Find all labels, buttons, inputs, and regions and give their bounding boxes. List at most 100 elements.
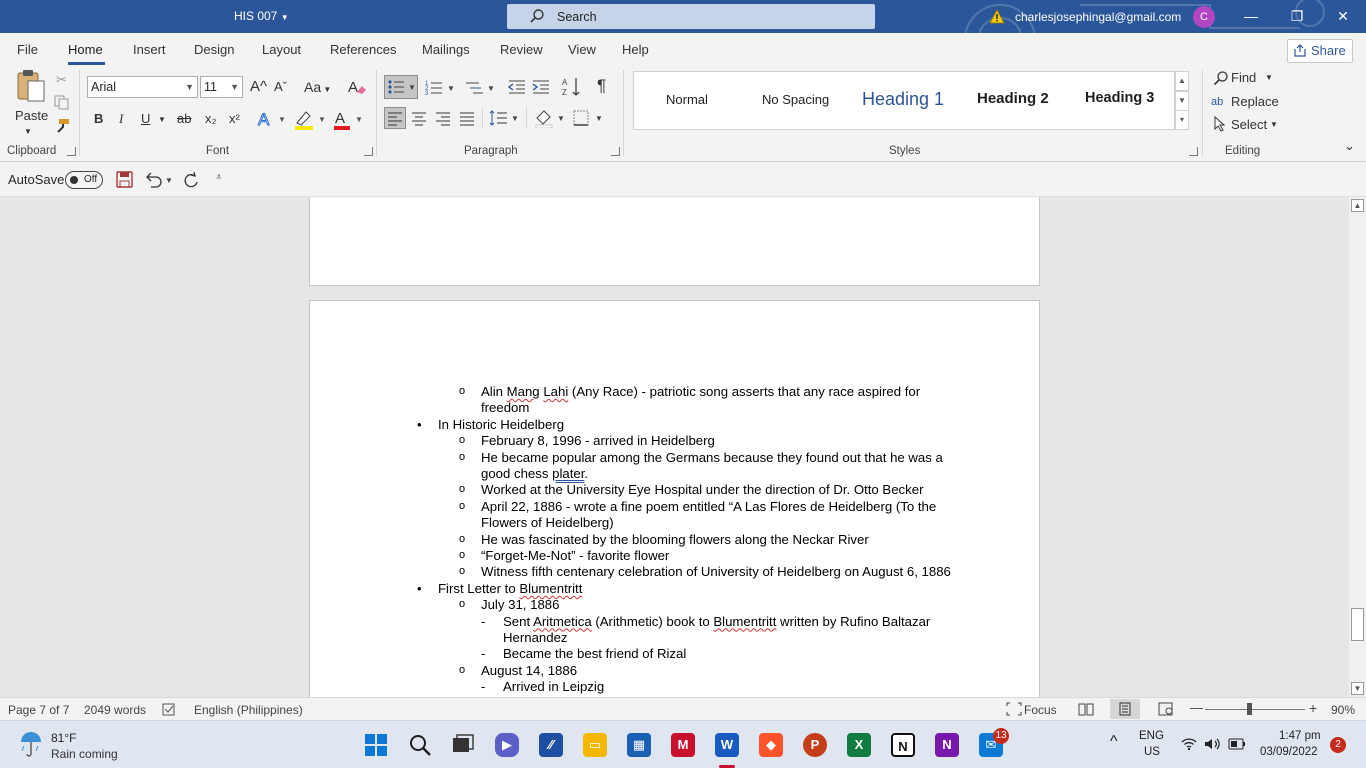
tab-layout[interactable]: Layout <box>262 42 301 57</box>
copy-icon[interactable] <box>54 95 69 110</box>
change-case-button[interactable]: Aa ▼ <box>304 78 331 99</box>
grow-font-button[interactable]: A^ <box>250 78 267 96</box>
align-center-icon[interactable] <box>409 108 429 128</box>
tab-insert[interactable]: Insert <box>133 42 166 57</box>
align-right-icon[interactable] <box>433 108 453 128</box>
chevron-down-icon[interactable]: ▼ <box>158 111 166 129</box>
paragraph-launcher-icon[interactable] <box>611 147 620 156</box>
document-line[interactable]: “Forget-Me-Not” - favorite flower <box>481 548 669 565</box>
brave-browser-icon[interactable]: ◆ <box>759 733 783 757</box>
document-line[interactable]: First Letter to Blumentritt <box>438 581 582 598</box>
input-language[interactable]: ENG <box>1139 730 1164 742</box>
decrease-indent-icon[interactable] <box>507 77 527 97</box>
read-mode-icon[interactable] <box>1078 702 1094 716</box>
zoom-out-button[interactable]: — <box>1190 700 1203 715</box>
battery-icon[interactable] <box>1228 738 1246 750</box>
font-launcher-icon[interactable] <box>364 147 373 156</box>
italic-button[interactable]: I <box>119 110 123 128</box>
document-line[interactable]: Flowers of Heidelberg) <box>481 515 614 532</box>
tab-help[interactable]: Help <box>622 42 649 57</box>
search-box[interactable]: Search <box>507 4 875 29</box>
excel-icon[interactable]: X <box>847 733 871 757</box>
justify-icon[interactable] <box>457 108 477 128</box>
paste-button[interactable]: Paste ▼ <box>10 69 50 137</box>
minimize-button[interactable]: — <box>1228 0 1274 33</box>
task-view-icon[interactable] <box>451 733 475 757</box>
document-line[interactable]: Sent Aritmetica (Arithmetic) book to Blu… <box>503 614 930 631</box>
shrink-font-button[interactable]: Aˇ <box>274 78 287 96</box>
close-button[interactable]: ✕ <box>1320 0 1366 33</box>
scroll-up-icon[interactable]: ▲ <box>1351 199 1364 212</box>
tab-mailings[interactable]: Mailings <box>422 42 470 57</box>
shading-icon[interactable]: ▼ <box>534 108 566 128</box>
collapse-ribbon-icon[interactable]: ⌄ <box>1344 137 1355 155</box>
zoom-in-button[interactable]: + <box>1309 700 1317 716</box>
input-region[interactable]: US <box>1144 746 1160 758</box>
web-layout-icon[interactable] <box>1158 702 1174 716</box>
word-icon[interactable]: W <box>715 733 739 757</box>
save-icon[interactable] <box>116 171 133 188</box>
document-line[interactable]: April 22, 1886 - wrote a fine poem entit… <box>481 499 936 516</box>
zoom-level[interactable]: 90% <box>1331 703 1355 717</box>
chat-icon[interactable]: ▶ <box>495 733 519 757</box>
weather-description[interactable]: Rain coming <box>51 747 118 761</box>
share-button[interactable]: Share <box>1287 39 1353 63</box>
warning-icon[interactable] <box>989 9 1005 24</box>
onenote-icon[interactable]: N <box>935 733 959 757</box>
tab-home[interactable]: Home <box>68 42 103 57</box>
focus-button[interactable]: Focus <box>1024 703 1057 717</box>
document-line[interactable]: Witness fifth centenary celebration of U… <box>481 564 951 581</box>
clock-time[interactable]: 1:47 pm <box>1279 730 1321 742</box>
font-color-icon[interactable]: A ▼ <box>333 109 365 131</box>
align-left-button[interactable] <box>384 107 406 129</box>
document-line[interactable]: He became popular among the Germans beca… <box>481 450 943 467</box>
document-line[interactable]: Became the best friend of Rizal <box>503 646 686 663</box>
subscript-button[interactable]: x₂ <box>205 110 217 128</box>
text-effects-icon[interactable]: A ▼ <box>257 110 287 130</box>
underline-button[interactable]: U <box>141 110 150 128</box>
pen-app-icon[interactable]: ⁄⁄ <box>539 733 563 757</box>
search-icon[interactable] <box>408 733 432 757</box>
mcafee-icon[interactable]: M <box>671 733 695 757</box>
language-indicator[interactable]: English (Philippines) <box>194 703 303 717</box>
document-line[interactable]: In Historic Heidelberg <box>438 417 564 434</box>
restore-button[interactable]: ❐ <box>1274 0 1320 33</box>
tray-overflow-icon[interactable]: ^ <box>1110 733 1118 751</box>
format-painter-icon[interactable] <box>54 118 70 134</box>
style-heading-3[interactable]: Heading 3 <box>1085 90 1154 106</box>
page-count[interactable]: Page 7 of 7 <box>8 703 69 717</box>
volume-icon[interactable] <box>1204 737 1222 751</box>
wifi-icon[interactable] <box>1181 737 1197 751</box>
customize-qat-icon[interactable]: ⩡ <box>216 172 222 183</box>
document-line[interactable]: August 14, 1886 <box>481 663 577 680</box>
zoom-slider-thumb[interactable] <box>1247 703 1252 715</box>
clear-formatting-icon[interactable]: A <box>347 78 367 96</box>
superscript-button[interactable]: x² <box>229 110 240 128</box>
vertical-scrollbar[interactable]: ▲ ▼ <box>1349 197 1366 697</box>
store-icon[interactable]: ▦ <box>627 733 651 757</box>
bullets-button[interactable]: ▼ <box>384 75 418 99</box>
account-email[interactable]: charlesjosephingal@gmail.com <box>1015 10 1181 24</box>
document-line[interactable]: Hernandez <box>503 630 568 647</box>
tab-review[interactable]: Review <box>500 42 543 57</box>
style-heading-2[interactable]: Heading 2 <box>977 90 1049 107</box>
document-line[interactable]: freedom <box>481 400 529 417</box>
weather-temperature[interactable]: 81°F <box>51 731 76 745</box>
numbering-icon[interactable]: 123▼ <box>424 77 458 99</box>
avatar[interactable]: C <box>1193 6 1215 28</box>
proofing-icon[interactable] <box>162 703 176 716</box>
windows-start-icon[interactable] <box>364 733 388 757</box>
scroll-down-icon[interactable]: ▼ <box>1351 682 1364 695</box>
style-heading-1[interactable]: Heading 1 <box>862 89 944 110</box>
tab-references[interactable]: References <box>330 42 396 57</box>
notification-badge[interactable]: 2 <box>1330 737 1346 753</box>
document-line[interactable]: good chess plater. <box>481 466 588 483</box>
font-name-combo[interactable]: Arial ▼ <box>87 76 198 98</box>
document-line[interactable]: Alin Mang Lahi (Any Race) - patriotic so… <box>481 384 920 401</box>
zoom-slider[interactable] <box>1205 709 1305 710</box>
clipboard-launcher-icon[interactable] <box>67 147 76 156</box>
autosave-toggle[interactable]: Off <box>65 171 103 189</box>
scroll-thumb[interactable] <box>1351 608 1364 641</box>
file-explorer-icon[interactable]: ▭ <box>583 733 607 757</box>
document-line[interactable]: Worked at the University Eye Hospital un… <box>481 482 923 499</box>
